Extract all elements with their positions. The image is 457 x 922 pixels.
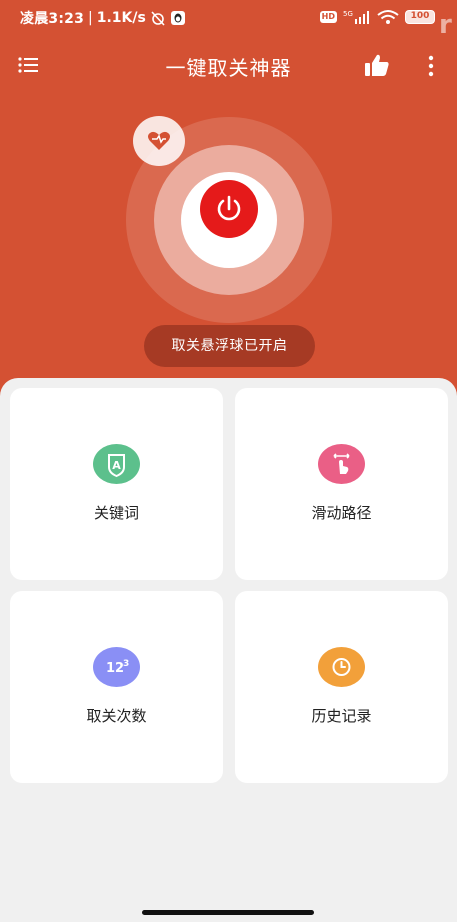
svg-text:5G: 5G: [343, 10, 353, 18]
network-speed: 1.1K/s: [96, 10, 146, 26]
swipe-path-card[interactable]: 滑动路径: [235, 388, 448, 580]
power-icon: [217, 195, 241, 221]
hd-badge: HD: [319, 11, 337, 23]
power-button[interactable]: [200, 180, 258, 238]
unfollow-count-label: 取关次数: [86, 707, 147, 725]
history-clock-icon: [318, 647, 365, 687]
unfollow-count-card[interactable]: 12 3 取关次数: [10, 591, 223, 783]
more-options-icon[interactable]: [424, 54, 438, 78]
status-separator: |: [88, 10, 93, 26]
count-123-icon: 12 3: [93, 647, 140, 687]
favorite-button[interactable]: [133, 116, 185, 166]
status-time: 凌晨3:23: [20, 11, 85, 27]
float-ball-status[interactable]: 取关悬浮球已开启: [144, 325, 315, 367]
signal-icon: 5G: [343, 10, 369, 24]
alarm-off-icon: [151, 11, 165, 26]
heart-icon: [148, 131, 170, 150]
svg-text:3: 3: [123, 659, 129, 669]
history-label: 历史记录: [311, 707, 372, 725]
status-right: HD 5G 100: [319, 9, 435, 25]
keyword-label: 关键词: [93, 504, 139, 522]
swipe-path-icon: [318, 444, 365, 484]
thumbs-up-icon[interactable]: [364, 53, 390, 77]
status-bar: 凌晨3:23 | 1.1K/s HD 5G 100: [0, 0, 457, 34]
svg-text:A: A: [112, 459, 121, 472]
battery-indicator: 100: [405, 10, 435, 24]
history-card[interactable]: 历史记录: [235, 591, 448, 783]
home-indicator[interactable]: [142, 910, 314, 915]
status-left: 凌晨3:23 | 1.1K/s: [20, 8, 186, 28]
wifi-icon: [377, 10, 399, 24]
keyword-icon: A: [93, 444, 140, 484]
swipe-path-label: 滑动路径: [311, 504, 372, 522]
qq-icon: [170, 11, 185, 25]
corner-mark: r: [439, 10, 452, 40]
toolbar: 一键取关神器: [0, 44, 457, 88]
keyword-card[interactable]: A 关键词: [10, 388, 223, 580]
svg-text:12: 12: [106, 661, 124, 676]
